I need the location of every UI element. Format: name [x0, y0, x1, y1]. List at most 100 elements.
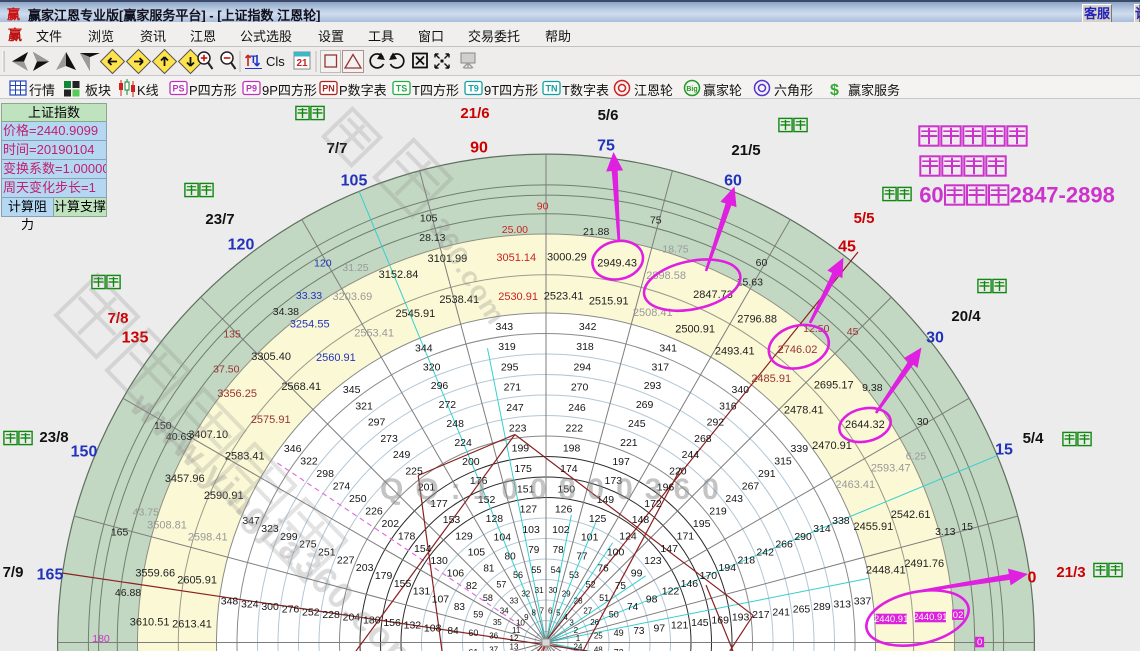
- svg-text:24: 24: [574, 643, 583, 651]
- svg-text:2949.43: 2949.43: [597, 258, 637, 270]
- svg-text:2448.41: 2448.41: [866, 565, 906, 577]
- svg-text:5/4: 5/4: [1023, 430, 1045, 447]
- svg-text:21.88: 21.88: [583, 226, 609, 238]
- svg-text:76: 76: [598, 564, 610, 575]
- svg-text:5/5: 5/5: [854, 210, 875, 227]
- svg-text:3559.66: 3559.66: [135, 567, 175, 579]
- svg-text:0: 0: [977, 637, 982, 648]
- svg-text:130: 130: [430, 555, 448, 567]
- svg-text:268: 268: [694, 433, 712, 445]
- svg-text:170: 170: [700, 570, 718, 582]
- svg-text:02: 02: [953, 610, 964, 621]
- svg-text:34.38: 34.38: [273, 306, 299, 318]
- svg-text:2605.91: 2605.91: [177, 575, 217, 587]
- svg-text:2440.91: 2440.91: [874, 614, 908, 625]
- svg-text:75: 75: [597, 138, 615, 155]
- svg-text:78: 78: [553, 545, 565, 556]
- svg-text:318: 318: [576, 341, 594, 353]
- svg-text:145: 145: [691, 617, 709, 629]
- svg-text:169: 169: [711, 614, 729, 626]
- svg-text:337: 337: [854, 596, 872, 608]
- svg-text:290: 290: [794, 531, 812, 543]
- svg-text:3051.14: 3051.14: [496, 252, 536, 264]
- svg-text:23/7: 23/7: [205, 211, 234, 228]
- svg-text:3254.55: 3254.55: [290, 319, 330, 331]
- svg-text:124: 124: [619, 530, 637, 542]
- svg-text:343: 343: [496, 321, 514, 333]
- svg-text:223: 223: [509, 422, 527, 434]
- svg-text:Big: Big: [686, 86, 697, 93]
- svg-text:292: 292: [707, 417, 725, 429]
- svg-text:97: 97: [653, 622, 665, 634]
- svg-text:221: 221: [620, 437, 638, 449]
- svg-text:300: 300: [261, 601, 279, 613]
- svg-text:2485.91: 2485.91: [751, 373, 791, 385]
- svg-text:295: 295: [501, 361, 519, 373]
- svg-text:2598.41: 2598.41: [188, 532, 228, 544]
- svg-text:2491.76: 2491.76: [904, 558, 944, 570]
- svg-text:179: 179: [375, 570, 393, 582]
- svg-text:322: 322: [300, 455, 318, 467]
- svg-text:58: 58: [483, 593, 493, 603]
- svg-text:53: 53: [569, 570, 579, 580]
- svg-text:2463.41: 2463.41: [835, 479, 875, 491]
- svg-text:5/6: 5/6: [598, 107, 619, 124]
- svg-text:75: 75: [650, 214, 662, 226]
- svg-text:2898.58: 2898.58: [646, 270, 686, 282]
- svg-text:193: 193: [732, 612, 750, 624]
- svg-text:27: 27: [583, 606, 592, 615]
- svg-text:2644.32: 2644.32: [845, 419, 885, 431]
- svg-text:200: 200: [462, 456, 480, 468]
- svg-text:25: 25: [594, 632, 603, 641]
- svg-text:165: 165: [111, 527, 129, 539]
- svg-text:3000.29: 3000.29: [547, 252, 587, 264]
- svg-text:37.50: 37.50: [213, 363, 239, 375]
- svg-text:73: 73: [633, 626, 645, 637]
- svg-text:135: 135: [223, 328, 241, 340]
- svg-text:$: $: [830, 82, 839, 99]
- svg-text:155: 155: [394, 578, 412, 590]
- svg-text:46.88: 46.88: [115, 587, 141, 599]
- svg-text:321: 321: [355, 400, 373, 412]
- svg-text:3203.69: 3203.69: [333, 291, 373, 303]
- svg-text:2455.91: 2455.91: [854, 521, 894, 533]
- svg-text:2: 2: [574, 626, 579, 635]
- svg-text:202: 202: [382, 518, 400, 530]
- svg-text:2575.91: 2575.91: [251, 414, 291, 426]
- svg-text:30: 30: [548, 586, 557, 595]
- svg-text:28: 28: [574, 597, 583, 606]
- svg-text:25.00: 25.00: [502, 224, 528, 236]
- svg-text:8: 8: [531, 609, 536, 618]
- svg-text:344: 344: [415, 342, 433, 354]
- svg-text:32: 32: [521, 590, 530, 599]
- svg-text:T9: T9: [468, 84, 479, 94]
- svg-text:342: 342: [579, 321, 597, 333]
- svg-text:30: 30: [926, 330, 944, 347]
- svg-text:297: 297: [368, 417, 386, 429]
- svg-text:23/8: 23/8: [39, 429, 68, 446]
- svg-text:3356.25: 3356.25: [217, 388, 257, 400]
- svg-text:56: 56: [513, 570, 523, 580]
- svg-text:15: 15: [995, 442, 1013, 459]
- svg-text:31.25: 31.25: [342, 262, 368, 274]
- svg-text:245: 245: [628, 418, 646, 430]
- svg-text:54: 54: [551, 565, 561, 575]
- svg-text:P9: P9: [246, 84, 257, 94]
- svg-text:T: T: [250, 54, 257, 66]
- svg-text:274: 274: [333, 480, 351, 492]
- svg-text:293: 293: [644, 380, 662, 392]
- svg-text:178: 178: [398, 530, 416, 542]
- svg-text:242: 242: [756, 547, 774, 559]
- svg-text:246: 246: [568, 402, 586, 414]
- svg-text:2613.41: 2613.41: [172, 619, 212, 631]
- svg-text:320: 320: [423, 361, 441, 373]
- svg-text:4: 4: [563, 613, 568, 622]
- svg-text:2553.41: 2553.41: [354, 328, 394, 340]
- svg-text:6: 6: [548, 606, 553, 615]
- svg-text:180: 180: [92, 633, 110, 645]
- svg-text:294: 294: [574, 361, 592, 373]
- svg-text:197: 197: [612, 456, 630, 468]
- svg-text:147: 147: [660, 543, 678, 555]
- svg-text:98: 98: [646, 594, 658, 606]
- svg-text:289: 289: [813, 601, 831, 613]
